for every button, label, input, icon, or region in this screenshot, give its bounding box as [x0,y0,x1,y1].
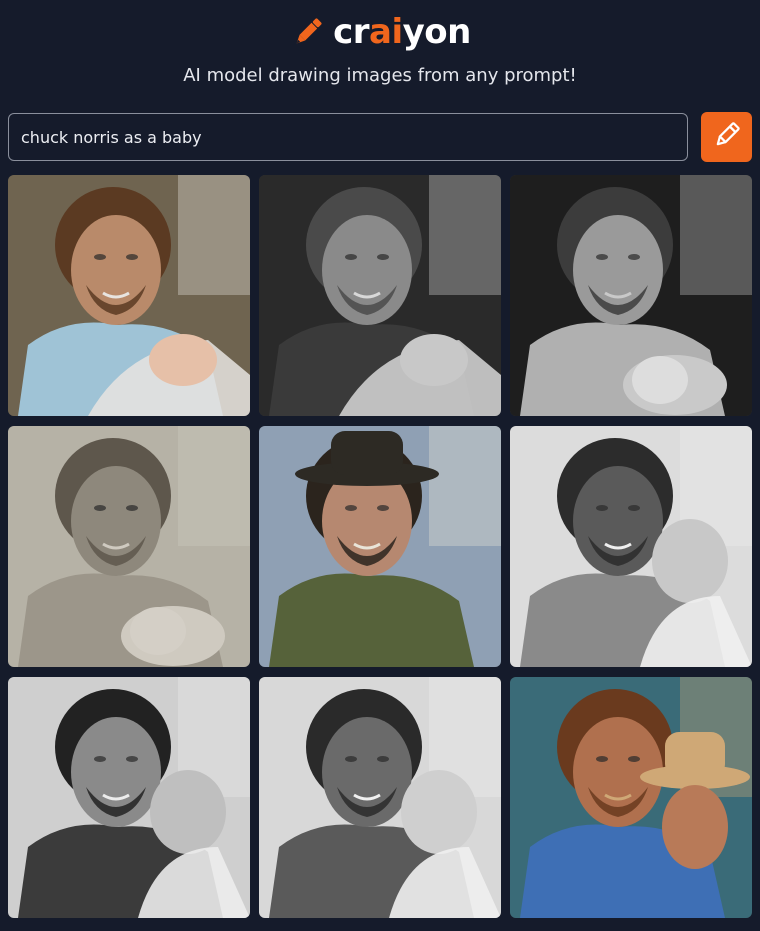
prompt-input[interactable]: chuck norris as a baby [8,113,688,161]
logo-text-suffix: yon [402,12,472,52]
result-image[interactable] [259,677,501,918]
tagline: AI model drawing images from any prompt! [183,65,577,86]
pencil-icon [289,13,327,51]
prompt-input-value[interactable]: chuck norris as a baby [21,128,202,147]
result-image[interactable] [8,677,250,918]
draw-button[interactable] [701,112,752,162]
logo[interactable]: craiyon [0,10,760,54]
logo-text-prefix: cr [333,12,370,52]
logo-text: craiyon [333,12,471,52]
image-grid [8,175,752,918]
result-image[interactable] [259,426,501,667]
result-image[interactable] [510,175,752,416]
logo-text-accent: ai [369,12,403,52]
result-image[interactable] [8,175,250,416]
result-image[interactable] [510,426,752,667]
craiyon-page: craiyon AI model drawing images from any… [0,0,760,931]
result-image[interactable] [8,426,250,667]
pencil-icon [712,120,742,155]
result-image[interactable] [510,677,752,918]
result-image[interactable] [259,175,501,416]
